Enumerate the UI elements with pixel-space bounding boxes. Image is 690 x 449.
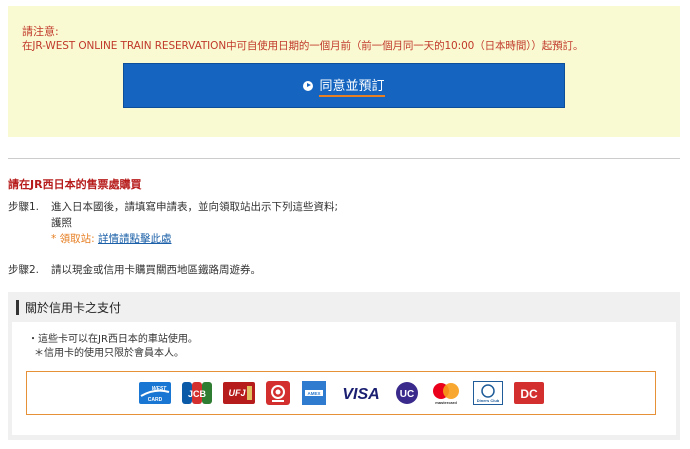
- logo-text: UFJ: [228, 388, 246, 398]
- step-1-label: 步驟1.: [8, 201, 40, 213]
- credit-card-header: 關於信用卡之支付: [8, 292, 680, 322]
- pickup-label: * 領取站:: [51, 233, 95, 245]
- divider: [8, 158, 680, 159]
- jwest-card-logo: CARD WEST: [138, 381, 171, 405]
- logo-text: AMEX: [307, 391, 320, 396]
- notice-heading: 請注意:: [22, 25, 59, 38]
- credit-card-heading: 關於信用卡之支付: [25, 300, 122, 315]
- dc-card-logo: DC: [513, 381, 544, 405]
- ticket-office-title: 請在JR西日本的售票處購買: [8, 178, 142, 191]
- pickup-details-link[interactable]: 詳情請點擊此處: [98, 233, 172, 245]
- card-logo-strip: CARD WEST JCB UFJ AMEX VISA UC mastercar…: [26, 371, 656, 415]
- step-2-text: 請以現金或信用卡購買關西地區鐵路周遊券。: [51, 264, 261, 276]
- logo-text: DC: [520, 387, 538, 401]
- mastercard-logo: mastercard: [430, 381, 462, 405]
- logo-text: Diners Club: [476, 398, 499, 403]
- notice-panel: 請注意: 在JR-WEST ONLINE TRAIN RESERVATION中可…: [8, 6, 680, 137]
- visa-logo: VISA: [338, 381, 384, 405]
- diners-club-logo: Diners Club: [472, 381, 503, 405]
- logo-text: WEST: [151, 386, 166, 392]
- ufj-card-logo: UFJ: [222, 381, 255, 405]
- step-1-passport: 護照: [51, 217, 72, 229]
- logo-text: JCB: [187, 389, 206, 399]
- uc-card-logo: UC: [395, 381, 419, 405]
- agree-and-reserve-button[interactable]: 同意並預訂: [123, 63, 565, 108]
- heading-bar: [16, 299, 19, 315]
- step-1-text: 進入日本國後，請填寫申請表，並向領取站出示下列這些資料;: [51, 201, 339, 213]
- step-2-label: 步驟2.: [8, 264, 40, 276]
- logo-text: mastercard: [435, 400, 457, 405]
- agree-button-label: 同意並預訂: [319, 75, 385, 97]
- logo-text: VISA: [342, 386, 379, 403]
- pickup-station: * 領取站: 詳情請點擊此處: [51, 231, 171, 246]
- credit-card-body: ・這些卡可以在JR西日本的車站使用。 ＊信用卡的使用只限於會員本人。 CARD …: [12, 322, 676, 435]
- jcb-logo: JCB: [181, 381, 212, 405]
- credit-card-section: 關於信用卡之支付 ・這些卡可以在JR西日本的車站使用。 ＊信用卡的使用只限於會員…: [8, 292, 680, 440]
- card-note-member: ＊信用卡的使用只限於會員本人。: [34, 348, 184, 359]
- notice-text: 在JR-WEST ONLINE TRAIN RESERVATION中可自使用日期…: [22, 40, 584, 52]
- svg-text:CARD: CARD: [147, 397, 162, 403]
- play-circle-icon: [303, 80, 314, 91]
- logo-text: UC: [399, 389, 413, 400]
- saison-card-logo: [265, 381, 290, 405]
- amex-logo: AMEX: [301, 381, 327, 405]
- card-note-stations: ・這些卡可以在JR西日本的車站使用。: [28, 334, 198, 345]
